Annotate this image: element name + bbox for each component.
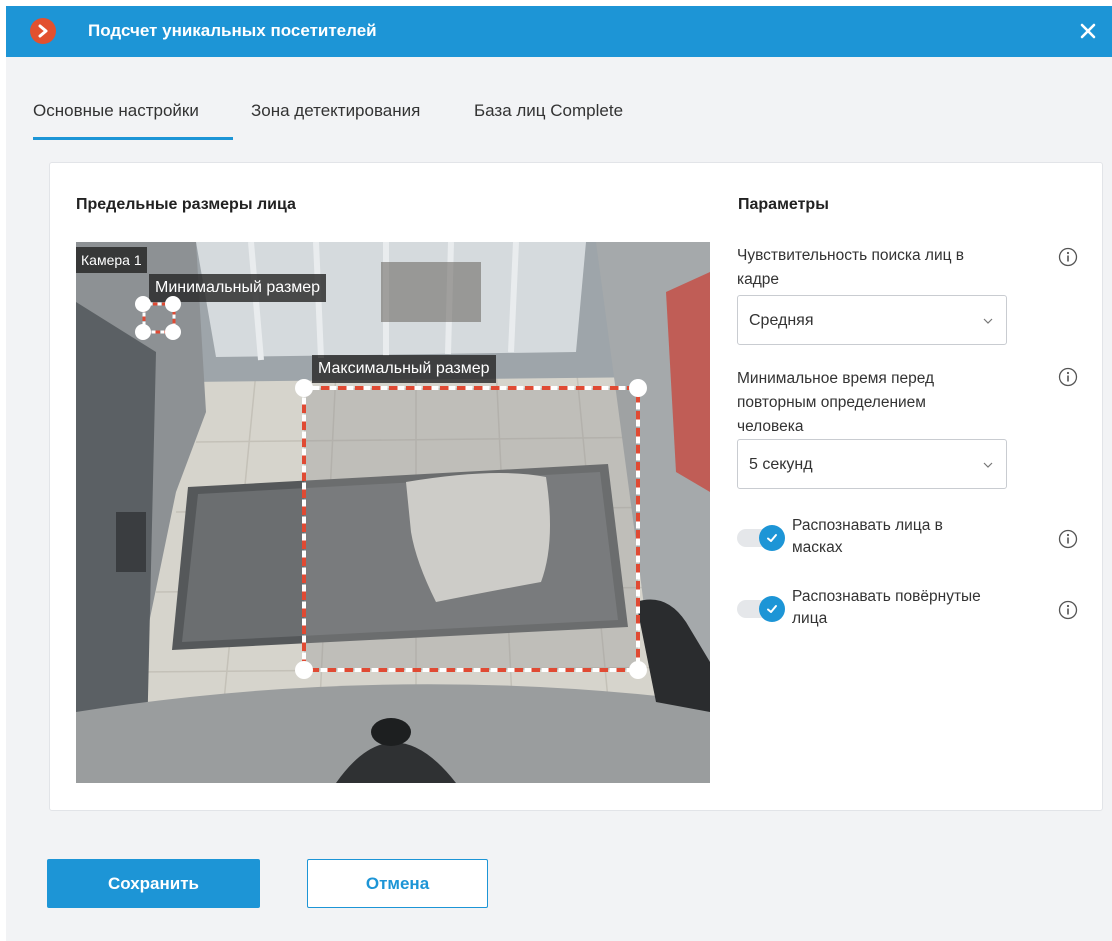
- mask-toggle-label-line2: масках: [792, 539, 843, 556]
- save-button[interactable]: Сохранить: [47, 859, 260, 908]
- max-box-handle-bl[interactable]: [295, 661, 313, 679]
- close-icon[interactable]: [1074, 17, 1102, 45]
- title-bar: Подсчет уникальных посетителей: [6, 6, 1112, 57]
- rotated-faces-toggle[interactable]: [737, 594, 787, 622]
- sensitivity-select-value: Средняя: [749, 312, 814, 329]
- params-title: Параметры: [738, 196, 829, 213]
- camera-preview[interactable]: Камера 1 Минимальный размер Максимальный…: [76, 242, 710, 783]
- rotated-toggle-label: Распознавать повёрнутые лица: [792, 586, 981, 630]
- min-time-info-icon[interactable]: [1058, 367, 1078, 387]
- sensitivity-label-line1: Чувствительность поиска лиц в: [737, 247, 965, 264]
- rotated-toggle-label-line2: лица: [792, 610, 828, 627]
- face-sizes-title: Предельные размеры лица: [76, 196, 296, 213]
- chevron-down-icon: [983, 462, 993, 468]
- min-box-handle-bl[interactable]: [135, 324, 151, 340]
- mask-info-icon[interactable]: [1058, 529, 1078, 549]
- min-time-label-line1: Минимальное время перед: [737, 370, 935, 387]
- tab-detection-zone[interactable]: Зона детектирования: [251, 100, 420, 122]
- max-box-handle-tl[interactable]: [295, 379, 313, 397]
- camera-name-label: Камера 1: [76, 247, 147, 273]
- sensitivity-select[interactable]: Средняя: [737, 295, 1007, 345]
- app-logo-icon: [30, 18, 56, 44]
- min-box-handle-tr[interactable]: [165, 296, 181, 312]
- check-icon: [759, 525, 785, 551]
- min-time-label: Минимальное время перед повторным опреде…: [737, 367, 934, 439]
- min-time-select[interactable]: 5 секунд: [737, 439, 1007, 489]
- active-tab-indicator: [33, 137, 233, 140]
- tab-face-database[interactable]: База лиц Complete: [474, 100, 623, 122]
- cancel-button[interactable]: Отмена: [307, 859, 488, 908]
- tab-main-settings[interactable]: Основные настройки: [33, 100, 199, 122]
- min-time-select-value: 5 секунд: [749, 456, 813, 473]
- window-title: Подсчет уникальных посетителей: [88, 21, 377, 40]
- chevron-down-icon: [983, 318, 993, 324]
- sensitivity-label: Чувствительность поиска лиц в кадре: [737, 244, 964, 292]
- check-icon: [759, 596, 785, 622]
- min-time-label-line2: повторным определением: [737, 394, 926, 411]
- mask-toggle-label-line1: Распознавать лица в: [792, 517, 943, 534]
- sensitivity-info-icon[interactable]: [1058, 247, 1078, 267]
- rotated-toggle-label-line1: Распознавать повёрнутые: [792, 588, 981, 605]
- max-size-box[interactable]: [296, 380, 646, 680]
- max-box-handle-br[interactable]: [629, 661, 647, 679]
- rotated-info-icon[interactable]: [1058, 600, 1078, 620]
- sensitivity-label-line2: кадре: [737, 271, 780, 288]
- min-time-label-line3: человека: [737, 418, 804, 435]
- min-box-handle-tl[interactable]: [135, 296, 151, 312]
- max-size-label: Максимальный размер: [312, 355, 496, 383]
- mask-toggle[interactable]: [737, 523, 787, 551]
- dialog-window: Подсчет уникальных посетителей Основные …: [6, 6, 1112, 941]
- mask-toggle-label: Распознавать лица в масках: [792, 515, 943, 559]
- max-box-handle-tr[interactable]: [629, 379, 647, 397]
- min-box-handle-br[interactable]: [165, 324, 181, 340]
